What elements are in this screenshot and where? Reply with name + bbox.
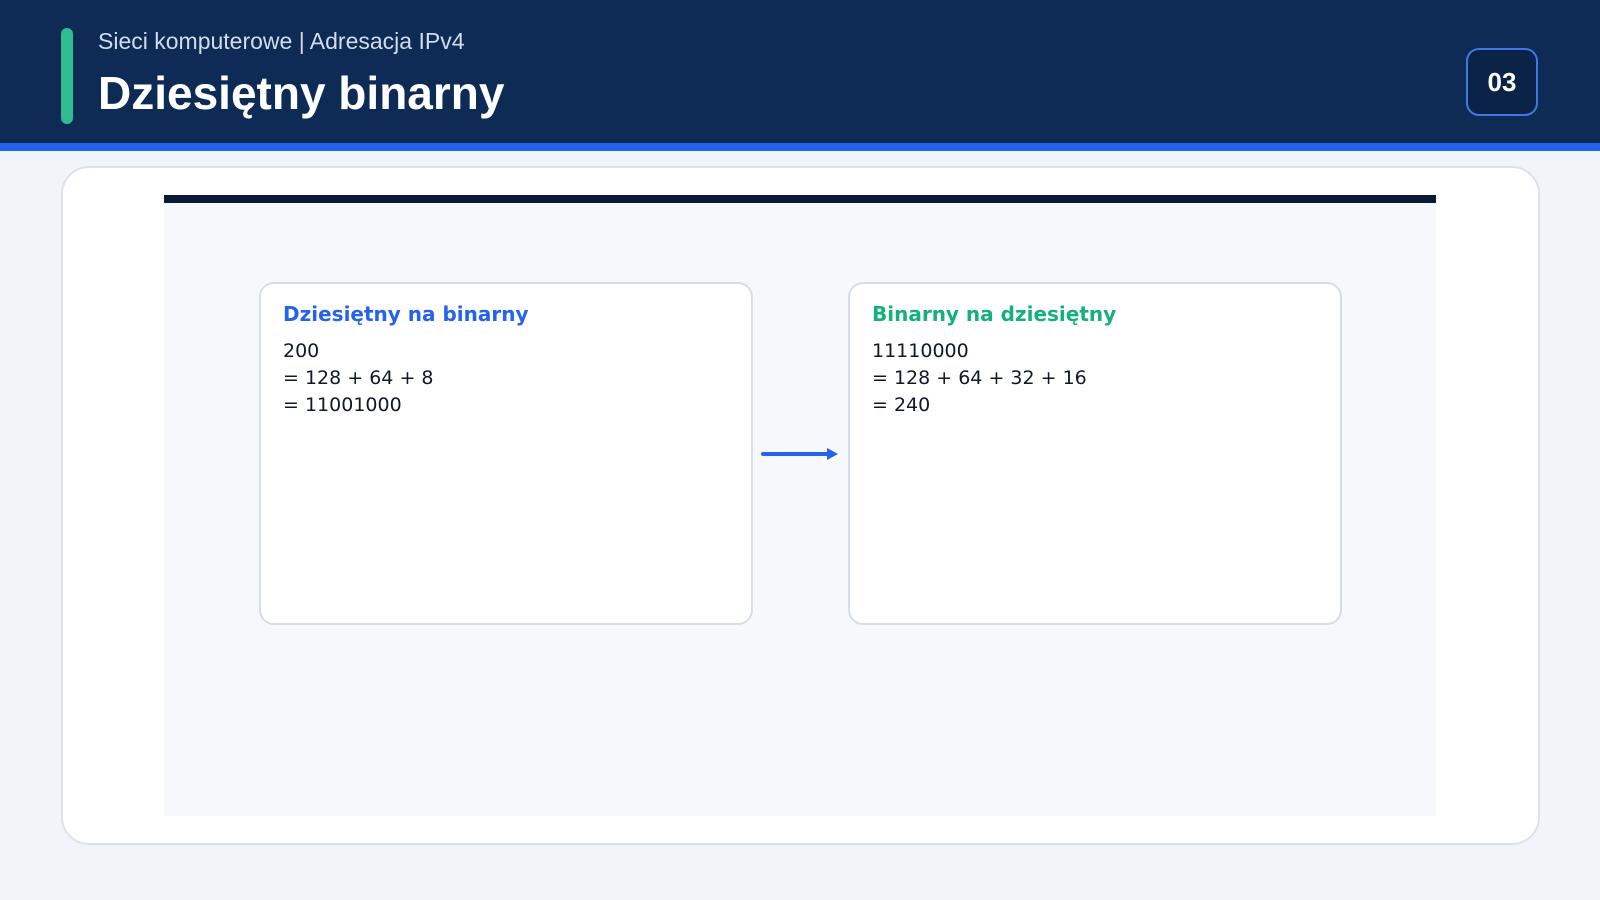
binary-to-decimal-title: Binarny na dziesiętny [872, 302, 1117, 326]
binary-to-decimal-card: Binarny na dziesiętny 11110000 = 128 + 6… [848, 282, 1342, 625]
accent-bar [61, 28, 73, 124]
binary-to-decimal-line: 11110000 [872, 340, 969, 362]
arrow-right-icon [761, 448, 838, 460]
binary-to-decimal-line: = 240 [872, 394, 931, 416]
slide-subtitle: Sieci komputerowe | Adresacja IPv4 [98, 28, 465, 54]
decimal-to-binary-line: 200 [283, 340, 320, 362]
decimal-to-binary-line: = 128 + 64 + 8 [283, 367, 434, 389]
page-number-badge: 03 [1466, 48, 1538, 116]
binary-to-decimal-line: = 128 + 64 + 32 + 16 [872, 367, 1087, 389]
slide-topbar [164, 195, 1436, 203]
slide-title: Dziesiętny binarny [98, 67, 505, 119]
header-stripe [0, 143, 1600, 151]
decimal-to-binary-card: Dziesiętny na binarny 200 = 128 + 64 + 8… [259, 282, 753, 625]
decimal-to-binary-title: Dziesiętny na binarny [283, 302, 529, 326]
decimal-to-binary-line: = 11001000 [283, 394, 402, 416]
